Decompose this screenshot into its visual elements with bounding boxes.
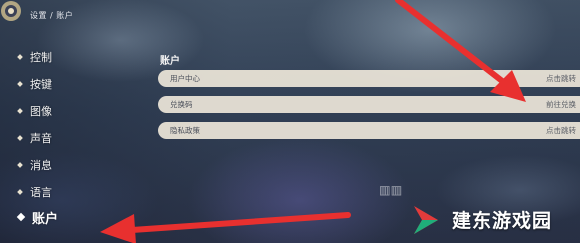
sidebar-item-graphics[interactable]: 图像 — [17, 102, 52, 120]
sidebar-item-messages[interactable]: 消息 — [17, 156, 52, 174]
watermark-logo-icon — [414, 205, 438, 234]
redeem-code-row[interactable]: 兑换码 前往兑换 — [158, 96, 580, 113]
row-label: 隐私政策 — [170, 126, 200, 135]
sidebar-item-label: 图像 — [30, 105, 52, 118]
sidebar-item-label: 按键 — [30, 78, 52, 91]
settings-gear-icon — [1, 1, 21, 21]
sidebar-item-label: 声音 — [30, 132, 52, 145]
diamond-bullet-icon — [17, 189, 23, 195]
sidebar-item-keybinds[interactable]: 按键 — [17, 75, 52, 93]
diamond-bullet-icon — [17, 162, 23, 168]
row-label: 兑换码 — [170, 100, 193, 109]
diamond-bullet-icon — [17, 135, 23, 141]
watermark-text: 建东游戏园 — [452, 210, 553, 232]
sidebar-item-controls[interactable]: 控制 — [17, 48, 52, 66]
sidebar-item-label: 账户 — [32, 211, 59, 227]
row-action-link[interactable]: 前往兑换 — [546, 99, 576, 110]
sidebar-item-label: 消息 — [30, 159, 52, 172]
diamond-bullet-icon — [16, 212, 26, 222]
row-action-link[interactable]: 点击跳转 — [546, 73, 576, 84]
sidebar-item-audio[interactable]: 声音 — [17, 129, 52, 147]
sidebar-item-language[interactable]: 语言 — [17, 183, 52, 201]
sidebar-item-label: 语言 — [30, 186, 52, 199]
blurred-hud-element: ▥▥ — [380, 180, 404, 199]
watermark: 建东游戏园 — [408, 196, 580, 243]
diamond-bullet-icon — [17, 81, 23, 87]
diamond-bullet-icon — [17, 54, 23, 60]
row-label: 用户中心 — [170, 74, 200, 83]
breadcrumb: 设置 / 账户 — [30, 11, 74, 20]
user-center-row[interactable]: 用户中心 点击跳转 — [158, 70, 580, 87]
section-title: 账户 — [160, 56, 180, 67]
diamond-bullet-icon — [17, 108, 23, 114]
row-action-link[interactable]: 点击跳转 — [546, 125, 576, 136]
privacy-policy-row[interactable]: 隐私政策 点击跳转 — [158, 122, 580, 139]
sidebar-item-label: 控制 — [30, 51, 52, 64]
sidebar-item-account[interactable]: 账户 — [16, 208, 59, 227]
